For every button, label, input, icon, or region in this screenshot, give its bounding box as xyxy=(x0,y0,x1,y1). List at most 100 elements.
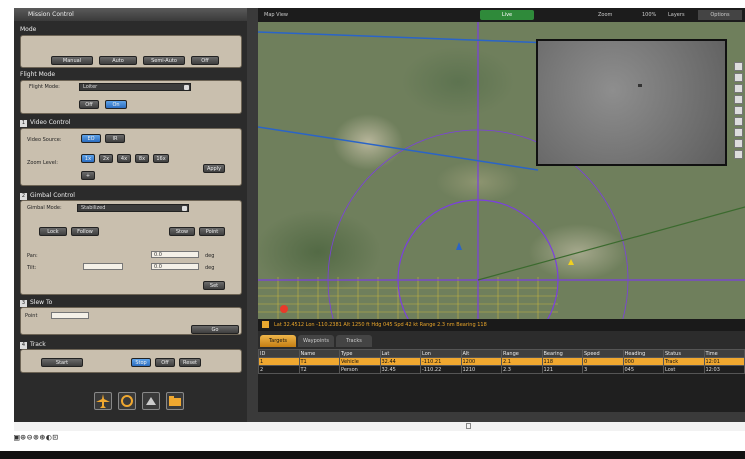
zoom-2x-button[interactable]: 2x xyxy=(99,154,113,163)
tilt-slider[interactable] xyxy=(83,263,123,270)
flight-mode-label: Flight Mode: xyxy=(29,84,60,90)
slew-option-label: Point xyxy=(25,313,38,319)
column-header[interactable]: Name xyxy=(298,349,340,358)
track-off-button[interactable]: Off xyxy=(155,358,175,367)
tool-pan-icon[interactable] xyxy=(734,62,743,71)
table-cell: T2 xyxy=(298,365,340,374)
live-tab[interactable]: Live xyxy=(480,10,534,20)
gimbal-control-group-header: 2 Gimbal Control xyxy=(20,191,242,200)
gimbal-set-button[interactable]: Set xyxy=(203,281,225,290)
target-table: ID Name Type Lat Lon Alt Range Bearing S… xyxy=(258,349,745,412)
column-header[interactable]: Lon xyxy=(420,349,462,358)
pan-unit: deg xyxy=(205,253,215,259)
tool-select-icon[interactable] xyxy=(734,106,743,115)
track-stop-button[interactable]: Stop xyxy=(131,358,151,367)
video-apply-button[interactable]: Apply xyxy=(203,164,225,173)
zoom-4x-button[interactable]: 4x xyxy=(117,154,131,163)
table-cell: Vehicle xyxy=(339,357,381,366)
map-view[interactable] xyxy=(258,22,745,319)
table-row[interactable]: 2 T2 Person 32.45 -110.22 1210 2.3 121 3… xyxy=(258,365,745,374)
bottom-toolbar[interactable]: ▣⊕⊖⊚⊛◐⊡ xyxy=(14,433,59,443)
tool-settings-icon[interactable] xyxy=(734,150,743,159)
gimbal-follow-button[interactable]: Follow xyxy=(71,227,99,236)
table-cell: 000 xyxy=(622,357,664,366)
column-header[interactable]: Alt xyxy=(460,349,502,358)
flight-mode-dropdown[interactable]: Loiter xyxy=(79,83,191,91)
mode-auto-button[interactable]: Auto xyxy=(99,56,137,65)
tab-tracks[interactable]: Tracks xyxy=(336,335,372,347)
track-group-header: 4 Track xyxy=(20,340,242,349)
bottom-strip xyxy=(0,451,745,459)
folder-icon[interactable] xyxy=(166,392,184,410)
gimbal-mode-label: Gimbal Mode: xyxy=(27,205,62,211)
aircraft-icon[interactable] xyxy=(94,392,112,410)
status-text: Lat 32.4512 Lon -110.2381 Alt 1250 ft Hd… xyxy=(274,322,487,328)
tool-zoom-in-icon[interactable] xyxy=(734,73,743,82)
video-extra-button[interactable]: + xyxy=(81,171,95,180)
left-control-panel: Mission Control Mode Manual Auto Semi-Au… xyxy=(14,8,247,422)
tool-draw-icon[interactable] xyxy=(734,117,743,126)
column-header[interactable]: Type xyxy=(339,349,381,358)
table-cell: 1200 xyxy=(460,357,502,366)
column-header[interactable]: Lat xyxy=(379,349,421,358)
tab-targets[interactable]: Targets xyxy=(260,335,296,347)
track-reset-button[interactable]: Reset xyxy=(179,358,201,367)
mode-semiauto-button[interactable]: Semi-Auto xyxy=(143,56,185,65)
gimbal-icon[interactable] xyxy=(142,392,160,410)
slew-value-field[interactable] xyxy=(51,312,89,319)
splitter-handle[interactable] xyxy=(466,423,471,429)
mode-manual-button[interactable]: Manual xyxy=(51,56,93,65)
column-header[interactable]: ID xyxy=(258,349,300,358)
table-cell: 045 xyxy=(622,365,664,374)
zoom-menu[interactable]: Zoom xyxy=(598,8,612,22)
table-cell: Track xyxy=(663,357,705,366)
zoom-1x-button[interactable]: 1x xyxy=(81,154,95,163)
table-cell: 2.3 xyxy=(501,365,543,374)
column-header[interactable]: Speed xyxy=(582,349,624,358)
mode-off-button[interactable]: Off xyxy=(191,56,219,65)
table-cell: 12:01 xyxy=(703,357,745,366)
gimbal-mode-dropdown[interactable]: Stabilized xyxy=(77,204,189,212)
zoom-16x-button[interactable]: 16x xyxy=(153,154,169,163)
map-tools xyxy=(734,62,744,161)
home-marker xyxy=(280,305,288,313)
video-target xyxy=(638,84,642,87)
flight-mode-group-header: Flight Mode xyxy=(20,70,242,79)
video-ir-button[interactable]: IR xyxy=(105,134,125,143)
tilt-field[interactable]: 0.0 xyxy=(151,263,199,270)
table-cell: 32.45 xyxy=(379,365,421,374)
aircraft-marker xyxy=(568,259,574,265)
track-start-button[interactable]: Start xyxy=(41,358,83,367)
video-inset[interactable] xyxy=(536,39,727,166)
options-menu[interactable]: Options xyxy=(698,10,742,20)
tool-layer-icon[interactable] xyxy=(734,128,743,137)
gimbal-point-button[interactable]: Point xyxy=(199,227,225,236)
tool-zoom-out-icon[interactable] xyxy=(734,84,743,93)
slew-to-group-header: 3 Slew To xyxy=(20,298,242,307)
column-header[interactable]: Heading xyxy=(622,349,664,358)
layers-menu[interactable]: Layers xyxy=(668,8,685,22)
flight-on-button[interactable]: On xyxy=(105,100,127,109)
gimbal-lock-button[interactable]: Lock xyxy=(39,227,67,236)
bottom-divider xyxy=(14,422,745,431)
tab-waypoints[interactable]: Waypoints xyxy=(298,335,334,347)
slew-go-button[interactable]: Go xyxy=(191,325,239,334)
pan-field[interactable]: 0.0 xyxy=(151,251,199,258)
camera-icon[interactable] xyxy=(118,392,136,410)
flight-off-button[interactable]: Off xyxy=(79,100,99,109)
column-header[interactable]: Time xyxy=(703,349,745,358)
video-eo-button[interactable]: EO xyxy=(81,134,101,143)
zoom-level-label: Zoom Level: xyxy=(27,160,58,166)
bottom-tabs: Targets Waypoints Tracks xyxy=(258,331,745,349)
zoom-8x-button[interactable]: 8x xyxy=(135,154,149,163)
mode-group-header: Mode xyxy=(20,25,242,34)
table-header-row: ID Name Type Lat Lon Alt Range Bearing S… xyxy=(258,349,745,358)
column-header[interactable]: Bearing xyxy=(541,349,583,358)
tool-measure-icon[interactable] xyxy=(734,95,743,104)
column-header[interactable]: Status xyxy=(663,349,705,358)
table-cell: 121 xyxy=(541,365,583,374)
column-header[interactable]: Range xyxy=(501,349,543,358)
gimbal-stow-button[interactable]: Stow xyxy=(169,227,195,236)
table-row[interactable]: 1 T1 Vehicle 32.44 -110.21 1200 2.1 118 … xyxy=(258,357,745,366)
tool-center-icon[interactable] xyxy=(734,139,743,148)
